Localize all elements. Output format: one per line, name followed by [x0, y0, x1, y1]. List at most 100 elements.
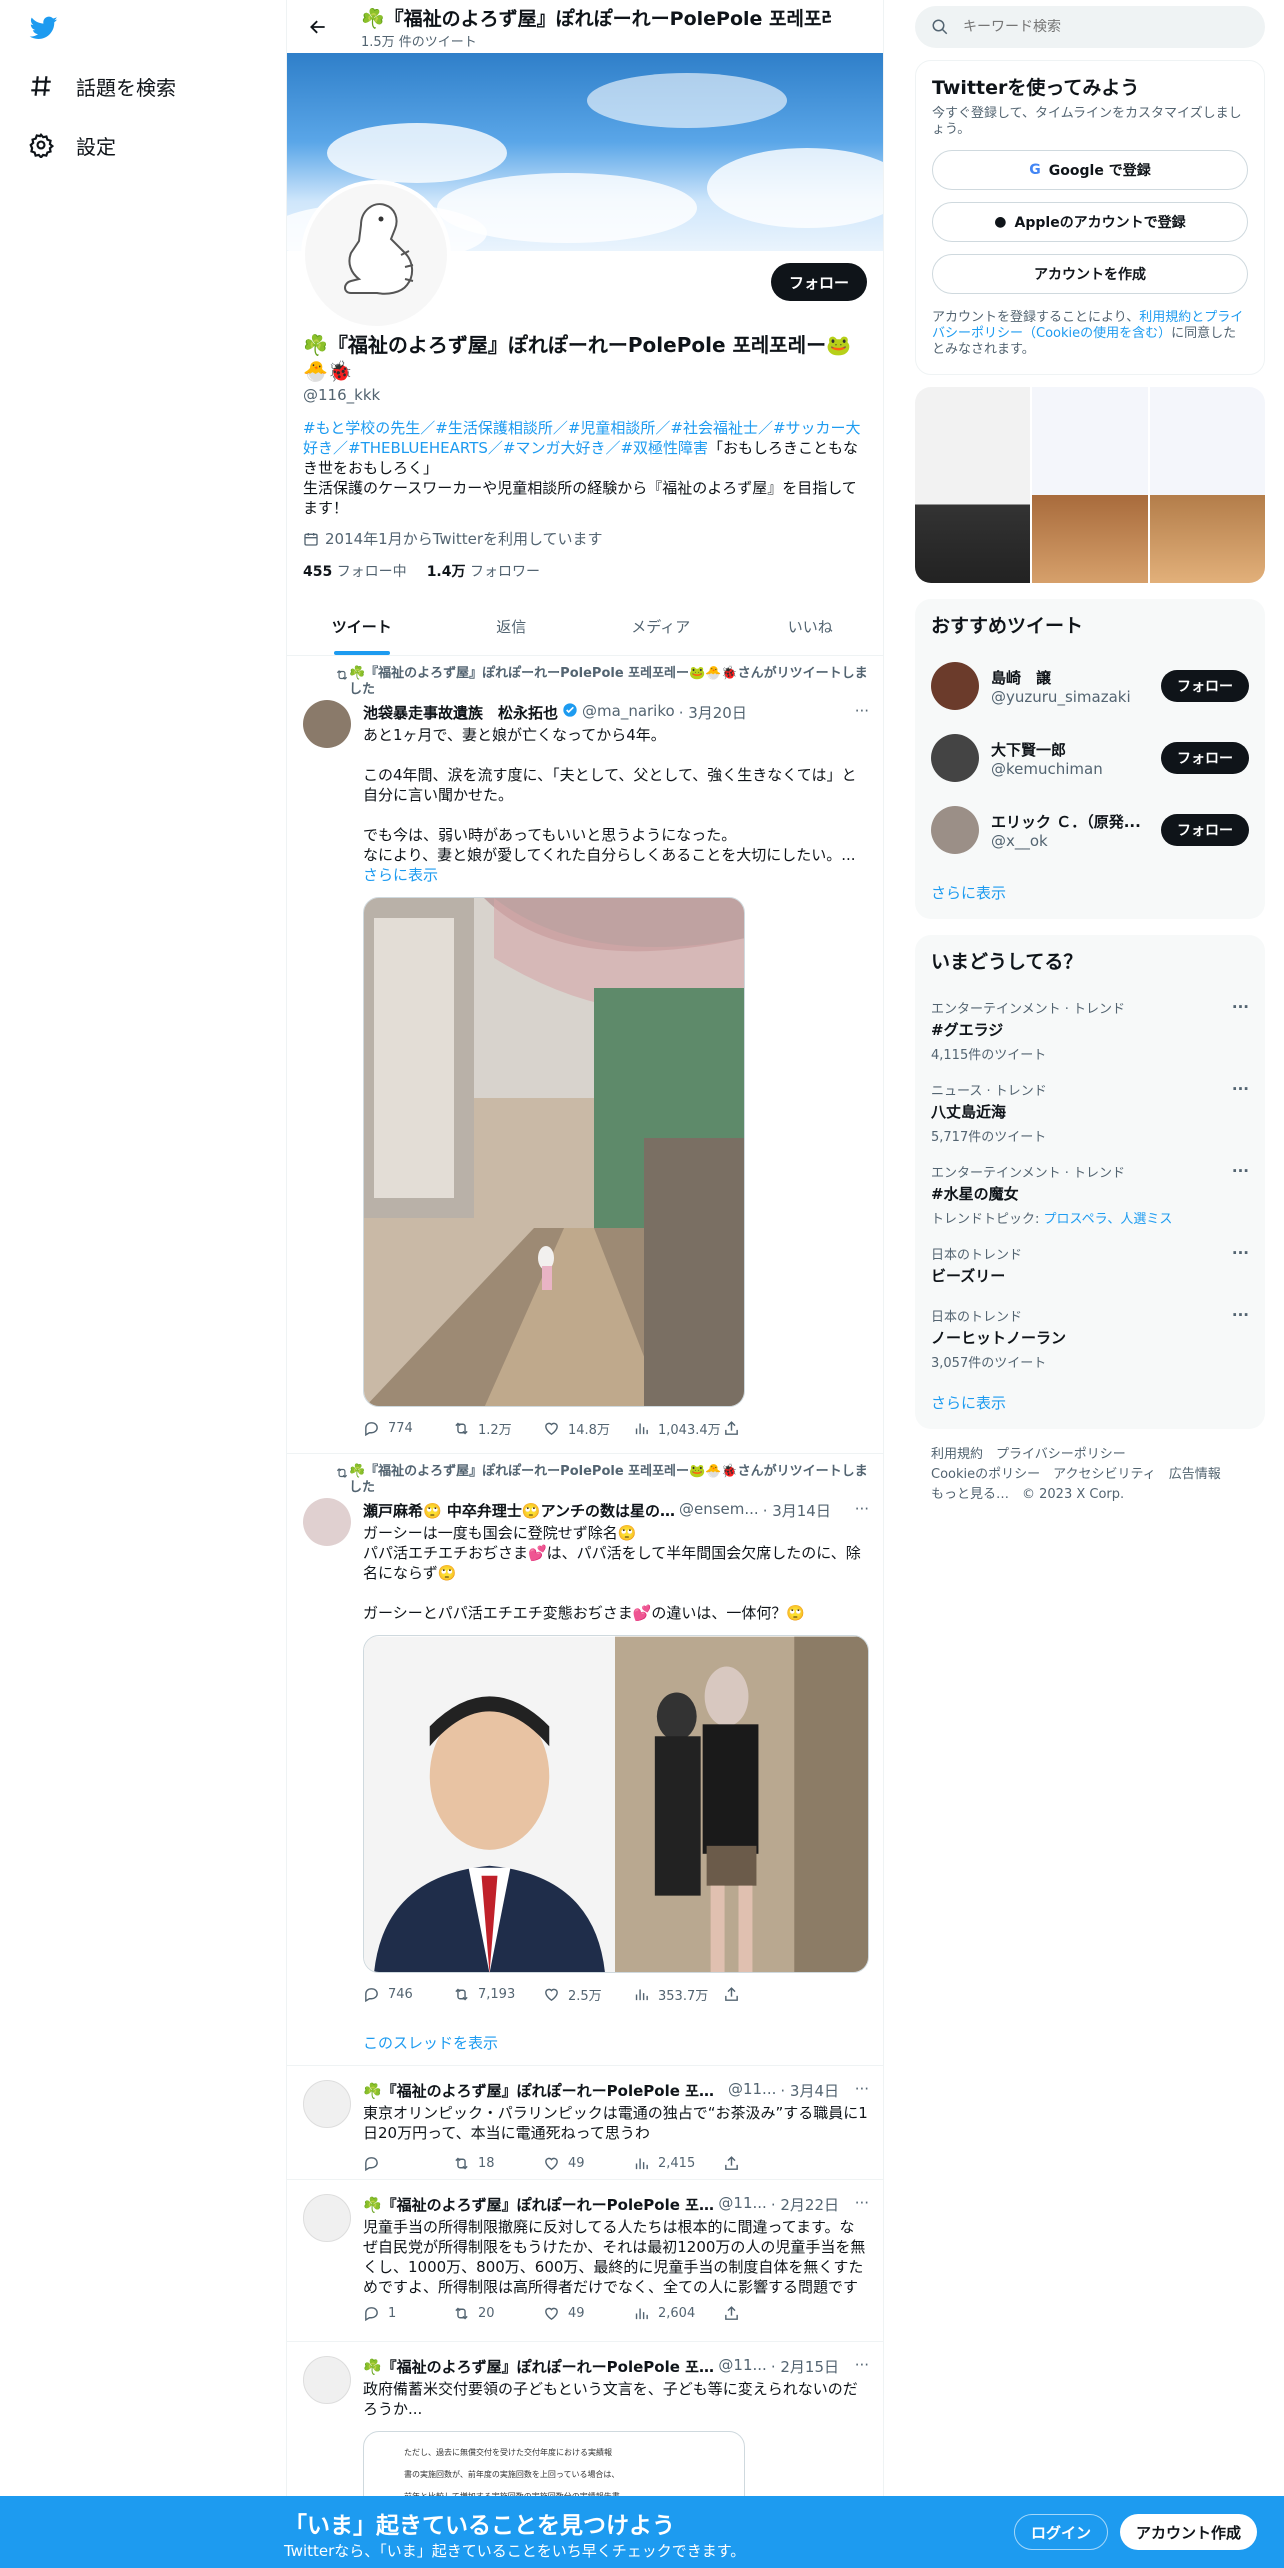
trend-item[interactable]: 日本のトレンド ビーズリー ···	[915, 1232, 1265, 1294]
views-button[interactable]: 353.7万	[633, 1985, 723, 2004]
more-options-icon[interactable]: ···	[1232, 998, 1249, 1016]
avatar[interactable]	[931, 662, 979, 710]
search-box[interactable]	[915, 6, 1265, 48]
google-signup-button[interactable]: G Google で登録	[932, 150, 1248, 190]
nav-explore[interactable]: 話題を検索	[28, 66, 176, 106]
share-button[interactable]	[723, 1419, 753, 1438]
like-button[interactable]: 49	[543, 2155, 633, 2172]
tweet-avatar[interactable]	[303, 1498, 351, 1546]
like-button[interactable]: 49	[543, 2305, 633, 2322]
more-options-icon[interactable]: ···	[1232, 1080, 1249, 1098]
trend-item[interactable]: 日本のトレンド ノーヒットノーラン 3,057件のツイート ···	[915, 1294, 1265, 1376]
more-options-icon[interactable]: ···	[1232, 1244, 1249, 1262]
tweet-avatar[interactable]	[303, 2194, 351, 2242]
tweet-text: あと1ヶ月で、妻と娘が亡くなってから4年。 この4年間、涙を流す度に、「夫として…	[363, 726, 857, 884]
tweet-date[interactable]: · 2月15日	[771, 2356, 839, 2377]
tweet-header: ☘️『福祉のよろず屋』ぽれぽーれーPolePole 포레... @11... ·…	[363, 2194, 869, 2215]
media-thumbnail[interactable]	[915, 387, 1031, 583]
avatar[interactable]	[931, 806, 979, 854]
like-button[interactable]: 2.5万	[543, 1985, 633, 2004]
more-options-icon[interactable]: ···	[1232, 1306, 1249, 1324]
twitter-logo-icon[interactable]	[28, 14, 60, 42]
tab-tweets[interactable]: ツイート	[287, 598, 437, 655]
retweet-button[interactable]: 20	[453, 2305, 543, 2322]
trend-topics-link[interactable]: プロスペラ、人選ミス	[1044, 1212, 1173, 1227]
media-thumbnail[interactable]	[1032, 387, 1148, 583]
retweet-button[interactable]: 1.2万	[453, 1419, 543, 1438]
retweet-button[interactable]: 7,193	[453, 1985, 543, 2004]
search-input[interactable]	[963, 19, 1223, 35]
tweet-author-name[interactable]: ☘️『福祉のよろず屋』ぽれぽーれーPolePole 포레...	[363, 2194, 714, 2215]
follow-button[interactable]: フォロー	[1161, 742, 1249, 774]
tab-media[interactable]: メディア	[586, 598, 736, 655]
views-button[interactable]: 1,043.4万	[633, 1419, 723, 1438]
show-thread-link[interactable]: このスレッドを表示	[363, 2032, 869, 2053]
share-button[interactable]	[723, 1985, 753, 2004]
media-thumbnail[interactable]	[1149, 387, 1265, 583]
reply-button[interactable]: 746	[363, 1985, 453, 2004]
tweet-author-name[interactable]: ☘️『福祉のよろず屋』ぽれぽーれーPolePole 포레...	[363, 2356, 714, 2377]
tweet-avatar[interactable]	[303, 2080, 351, 2128]
followers-link[interactable]: 1.4万 フォロワー	[427, 561, 540, 581]
show-more-link[interactable]: さらに表示	[363, 866, 438, 884]
tweet-avatar[interactable]	[303, 2356, 351, 2404]
trend-item[interactable]: エンターテインメント · トレンド #水星の魔女 トレンドトピック: プロスペラ…	[915, 1150, 1265, 1232]
follow-button[interactable]: フォロー	[1161, 670, 1249, 702]
reply-button[interactable]: 1	[363, 2305, 453, 2322]
trend-item[interactable]: ニュース · トレンド 八丈島近海 5,717件のツイート ···	[915, 1068, 1265, 1150]
views-button[interactable]: 2,604	[633, 2305, 723, 2322]
tweet-photo[interactable]	[363, 897, 745, 1407]
follow-button[interactable]: フォロー	[1161, 814, 1249, 846]
tweet-avatar[interactable]	[303, 700, 351, 748]
trend-name: #グエラジ	[931, 1021, 1004, 1039]
reply-button[interactable]	[363, 2155, 453, 2172]
retweet-icon	[336, 670, 348, 680]
media-strip[interactable]	[915, 387, 1265, 583]
recommend-item[interactable]: エリック Ｃ．（原発... @x__ok フォロー	[915, 794, 1265, 866]
footer-line[interactable]: Cookieのポリシー アクセシビリティ 広告情報	[931, 1465, 1249, 1485]
more-options-icon[interactable]: ···	[855, 702, 869, 720]
more-options-icon[interactable]: ···	[855, 2080, 869, 2098]
show-more-link[interactable]: さらに表示	[915, 866, 1265, 919]
nav-settings[interactable]: 設定	[28, 125, 116, 165]
profile-avatar[interactable]	[301, 180, 451, 330]
tweet-author-name[interactable]: ☘️『福祉のよろず屋』ぽれぽーれーPolePole 포레...	[363, 2080, 724, 2101]
tweet-author-name[interactable]: 瀬戸麻希🙄 中卒弁理士🙄アンチの数は星の…	[363, 1500, 675, 1521]
recommend-item[interactable]: 大下賢一郎 @kemuchiman フォロー	[915, 722, 1265, 794]
signup-button[interactable]: アカウント作成	[1120, 2514, 1258, 2550]
avatar[interactable]	[931, 734, 979, 782]
create-account-button[interactable]: アカウントを作成	[932, 254, 1248, 294]
tweet[interactable]: ☘️『福祉のよろず屋』ぽれぽーれーPolePole 포레포레ー🐸🐣🐞さんがリツイ…	[287, 1456, 883, 2066]
tweet-photo[interactable]	[363, 1635, 869, 1973]
share-button[interactable]	[723, 2155, 753, 2172]
recommend-item[interactable]: 島崎 譲 @yuzuru_simazaki フォロー	[915, 650, 1265, 722]
footer-line[interactable]: 利用規約 プライバシーポリシー	[931, 1445, 1249, 1465]
tweet-date[interactable]: · 3月4日	[780, 2080, 839, 2101]
more-options-icon[interactable]: ···	[1232, 1162, 1249, 1180]
follow-button[interactable]: フォロー	[770, 263, 867, 301]
tweet[interactable]: ☘️『福祉のよろず屋』ぽれぽーれーPolePole 포레포레ー🐸🐣🐞さんがリツイ…	[287, 658, 883, 1454]
tweet-date[interactable]: · 3月14日	[763, 1500, 831, 1521]
login-button[interactable]: ログイン	[1014, 2514, 1109, 2550]
more-options-icon[interactable]: ···	[855, 2356, 869, 2374]
tweet-date[interactable]: · 3月20日	[679, 702, 747, 723]
footer-line[interactable]: もっと見る… © 2023 X Corp.	[931, 1485, 1249, 1505]
tweet[interactable]: ☘️『福祉のよろず屋』ぽれぽーれーPolePole 포레... @11... ·…	[287, 2182, 883, 2342]
reply-button[interactable]: 774	[363, 1419, 453, 1438]
trend-item[interactable]: エンターテインメント · トレンド #グエラジ 4,115件のツイート ···	[915, 986, 1265, 1068]
tab-likes[interactable]: いいね	[736, 598, 884, 655]
apple-signup-button[interactable]: ● Appleのアカウントで登録	[932, 202, 1248, 242]
tab-replies[interactable]: 返信	[437, 598, 587, 655]
more-options-icon[interactable]: ···	[855, 2194, 869, 2212]
back-button[interactable]	[301, 10, 335, 44]
trends-show-more-link[interactable]: さらに表示	[915, 1376, 1265, 1429]
views-button[interactable]: 2,415	[633, 2155, 723, 2172]
more-options-icon[interactable]: ···	[855, 1500, 869, 1518]
tweet-author-name[interactable]: 池袋暴走事故遺族 松永拓也	[363, 702, 558, 723]
following-link[interactable]: 455 フォロー中	[303, 561, 407, 581]
tweet[interactable]: ☘️『福祉のよろず屋』ぽれぽーれーPolePole 포레... @11... ·…	[287, 2068, 883, 2180]
retweet-button[interactable]: 18	[453, 2155, 543, 2172]
share-button[interactable]	[723, 2305, 753, 2322]
like-button[interactable]: 14.8万	[543, 1419, 633, 1438]
tweet-date[interactable]: · 2月22日	[771, 2194, 839, 2215]
